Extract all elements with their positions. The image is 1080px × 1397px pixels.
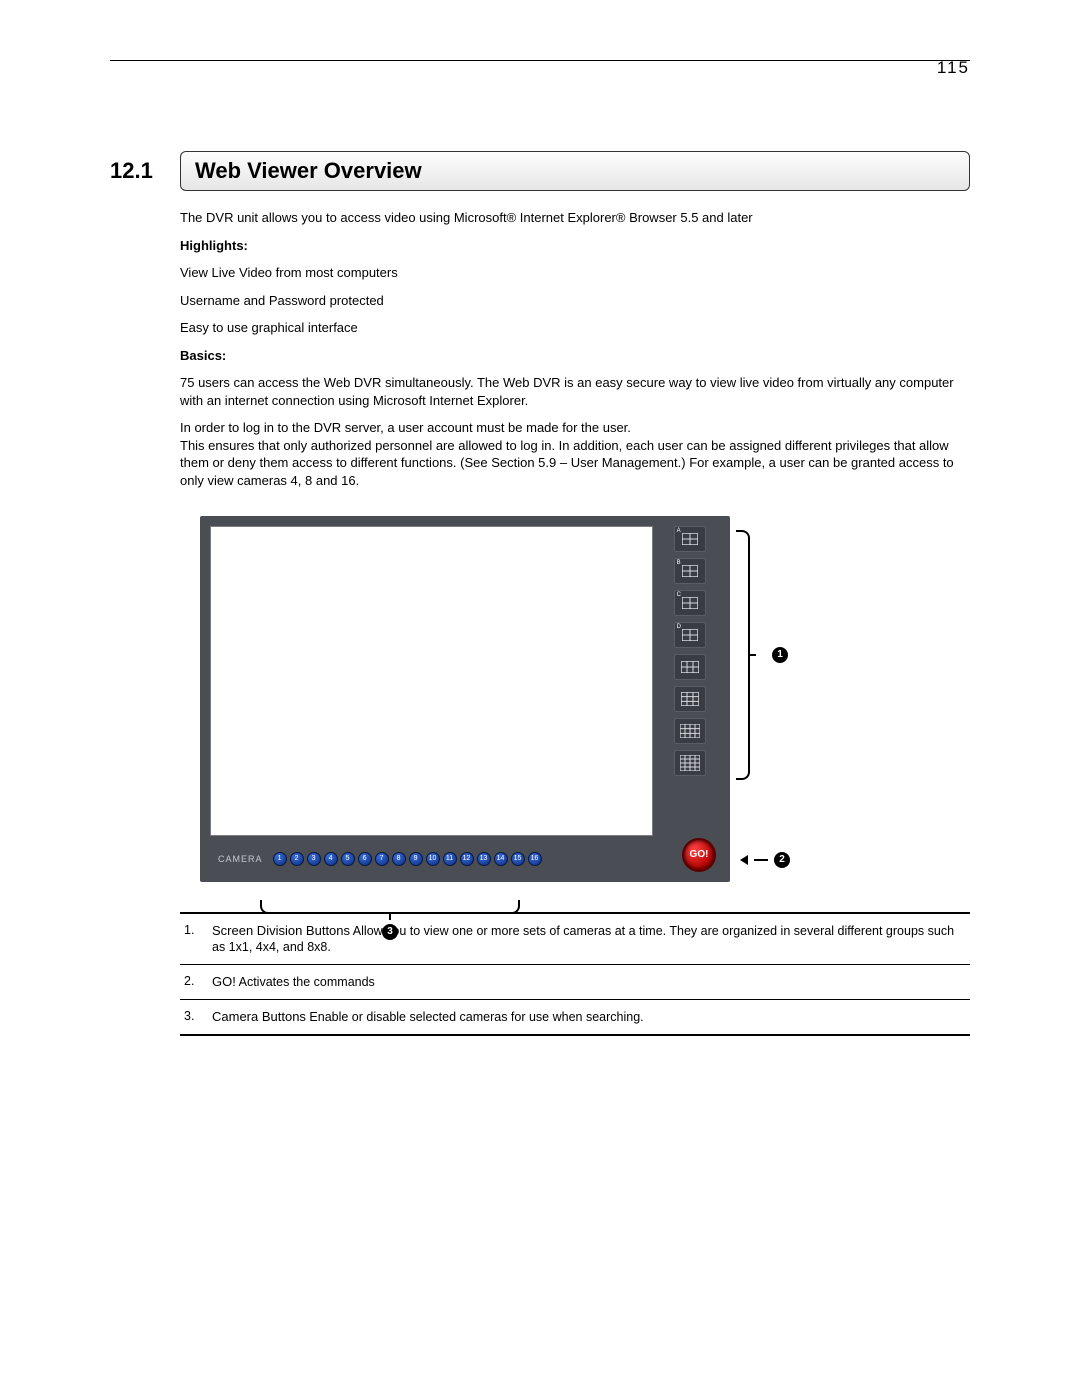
callout-number: 1 — [772, 647, 788, 663]
callout-1: 1 — [736, 530, 788, 780]
division-button-b[interactable]: B — [674, 558, 706, 584]
camera-label: CAMERA — [218, 854, 263, 864]
camera-bar: CAMERA 1 2 3 4 5 6 7 8 9 10 11 12 13 14 … — [210, 846, 720, 872]
callout-number: 3 — [382, 924, 398, 940]
basics-paragraph: In order to log in to the DVR server, a … — [180, 419, 970, 437]
division-label: C — [677, 592, 681, 598]
top-rule — [110, 60, 970, 61]
legend-row: 2. GO! Activates the commands — [180, 965, 970, 1000]
section: 12.1 Web Viewer Overview The DVR unit al… — [110, 151, 970, 1036]
callout-3: 3 — [260, 900, 520, 940]
camera-button[interactable]: 11 — [443, 852, 457, 866]
division-button-3x3[interactable] — [674, 686, 706, 712]
camera-button[interactable]: 7 — [375, 852, 389, 866]
camera-button[interactable]: 14 — [494, 852, 508, 866]
division-button-3x2[interactable] — [674, 654, 706, 680]
legend-row: 3. Camera Buttons Enable or disable sele… — [180, 1000, 970, 1034]
division-label: B — [677, 560, 681, 566]
section-number: 12.1 — [110, 151, 180, 191]
camera-button[interactable]: 9 — [409, 852, 423, 866]
camera-button[interactable]: 4 — [324, 852, 338, 866]
camera-button[interactable]: 15 — [511, 852, 525, 866]
camera-button[interactable]: 3 — [307, 852, 321, 866]
legend-number: 3. — [184, 1008, 212, 1026]
division-button-a[interactable]: A — [674, 526, 706, 552]
web-viewer-figure: A B C D — [200, 516, 860, 882]
division-button-c[interactable]: C — [674, 590, 706, 616]
basics-paragraph: This ensures that only authorized person… — [180, 437, 970, 490]
section-title: Web Viewer Overview — [180, 151, 970, 191]
video-canvas — [210, 526, 653, 836]
legend-number: 1. — [184, 922, 212, 957]
body-text: The DVR unit allows you to access video … — [180, 209, 970, 490]
division-button-4x4[interactable] — [674, 750, 706, 776]
legend-text: Camera Buttons Enable or disable selecte… — [212, 1008, 644, 1026]
legend-text: GO! Activates the commands — [212, 973, 375, 991]
division-button-4x3[interactable] — [674, 718, 706, 744]
page-number: 115 — [937, 58, 970, 78]
division-panel: A B C D — [665, 526, 715, 782]
go-button[interactable]: GO! — [682, 838, 716, 872]
intro-text: The DVR unit allows you to access video … — [180, 209, 970, 227]
highlight-item: View Live Video from most computers — [180, 264, 970, 282]
camera-button[interactable]: 13 — [477, 852, 491, 866]
camera-button[interactable]: 1 — [273, 852, 287, 866]
legend-number: 2. — [184, 973, 212, 991]
camera-button[interactable]: 5 — [341, 852, 355, 866]
camera-button[interactable]: 6 — [358, 852, 372, 866]
division-button-d[interactable]: D — [674, 622, 706, 648]
camera-button[interactable]: 16 — [528, 852, 542, 866]
camera-button[interactable]: 10 — [426, 852, 440, 866]
camera-buttons-group: 1 2 3 4 5 6 7 8 9 10 11 12 13 14 15 16 — [273, 852, 542, 866]
callout-2: 2 — [740, 852, 790, 868]
camera-button[interactable]: 12 — [460, 852, 474, 866]
highlight-item: Username and Password protected — [180, 292, 970, 310]
camera-button[interactable]: 2 — [290, 852, 304, 866]
section-header: 12.1 Web Viewer Overview — [110, 151, 970, 191]
arrow-left-icon — [740, 855, 748, 865]
highlight-item: Easy to use graphical interface — [180, 319, 970, 337]
legend-desc: Activates the commands — [236, 975, 375, 989]
basics-label: Basics: — [180, 347, 970, 365]
legend-lead: Camera Buttons — [212, 1009, 306, 1024]
camera-button[interactable]: 8 — [392, 852, 406, 866]
legend-desc: Enable or disable selected cameras for u… — [306, 1010, 644, 1024]
legend-lead: GO! — [212, 974, 236, 989]
division-label: D — [677, 624, 681, 630]
basics-paragraph: 75 users can access the Web DVR simultan… — [180, 374, 970, 409]
viewer-window: A B C D — [200, 516, 730, 882]
callout-number: 2 — [774, 852, 790, 868]
division-label: A — [677, 528, 681, 534]
highlights-label: Highlights: — [180, 237, 970, 255]
